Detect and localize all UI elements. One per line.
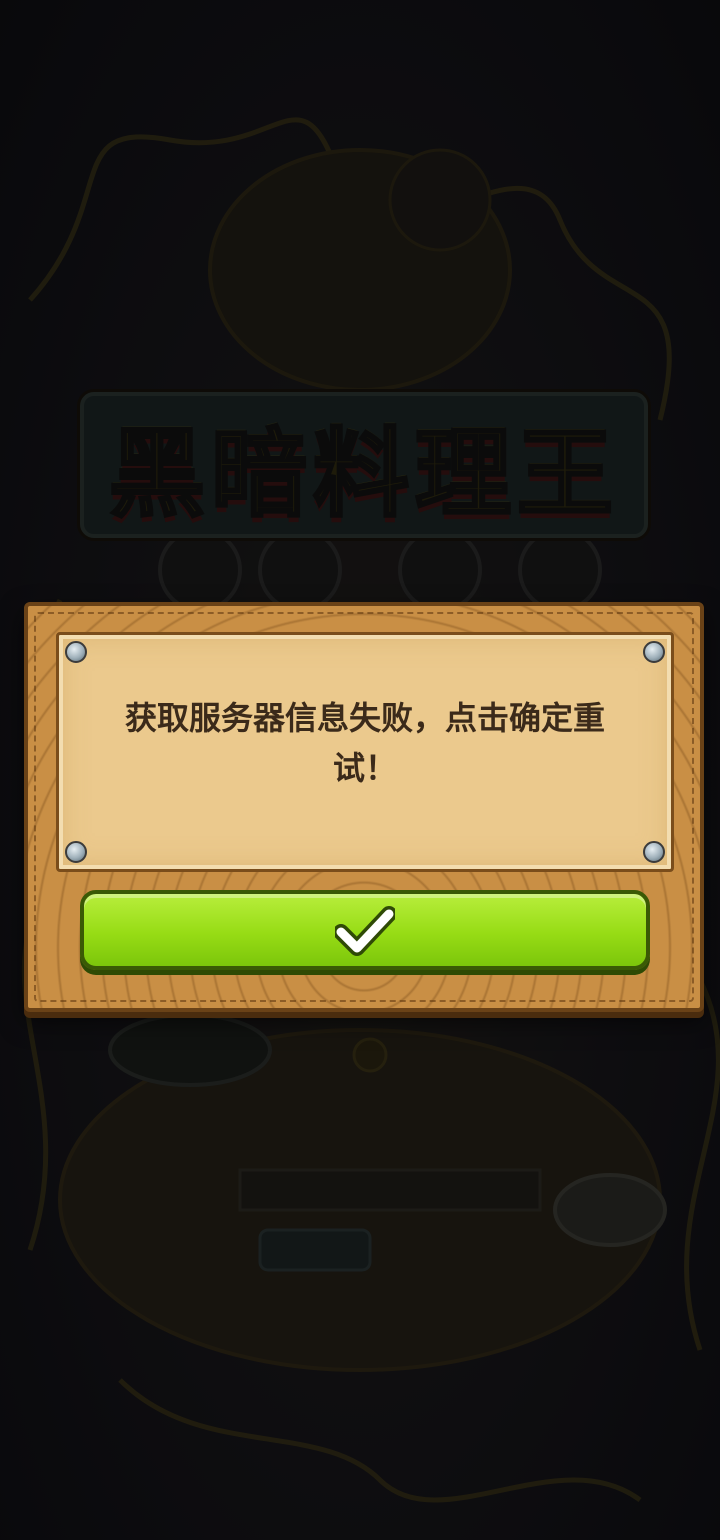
error-dialog: 获取服务器信息失败，点击确定重试！ xyxy=(24,602,704,1012)
error-message: 获取服务器信息失败，点击确定重试！ xyxy=(124,699,605,787)
game-screen: 黑暗料理王 获取服务器信息失败，点击确定重试！ xyxy=(0,0,720,1540)
screw-icon xyxy=(65,641,87,663)
screw-icon xyxy=(643,641,665,663)
message-panel: 获取服务器信息失败，点击确定重试！ xyxy=(56,632,674,872)
check-icon xyxy=(335,906,395,956)
screw-icon xyxy=(643,841,665,863)
screw-icon xyxy=(65,841,87,863)
confirm-button[interactable] xyxy=(80,890,650,970)
